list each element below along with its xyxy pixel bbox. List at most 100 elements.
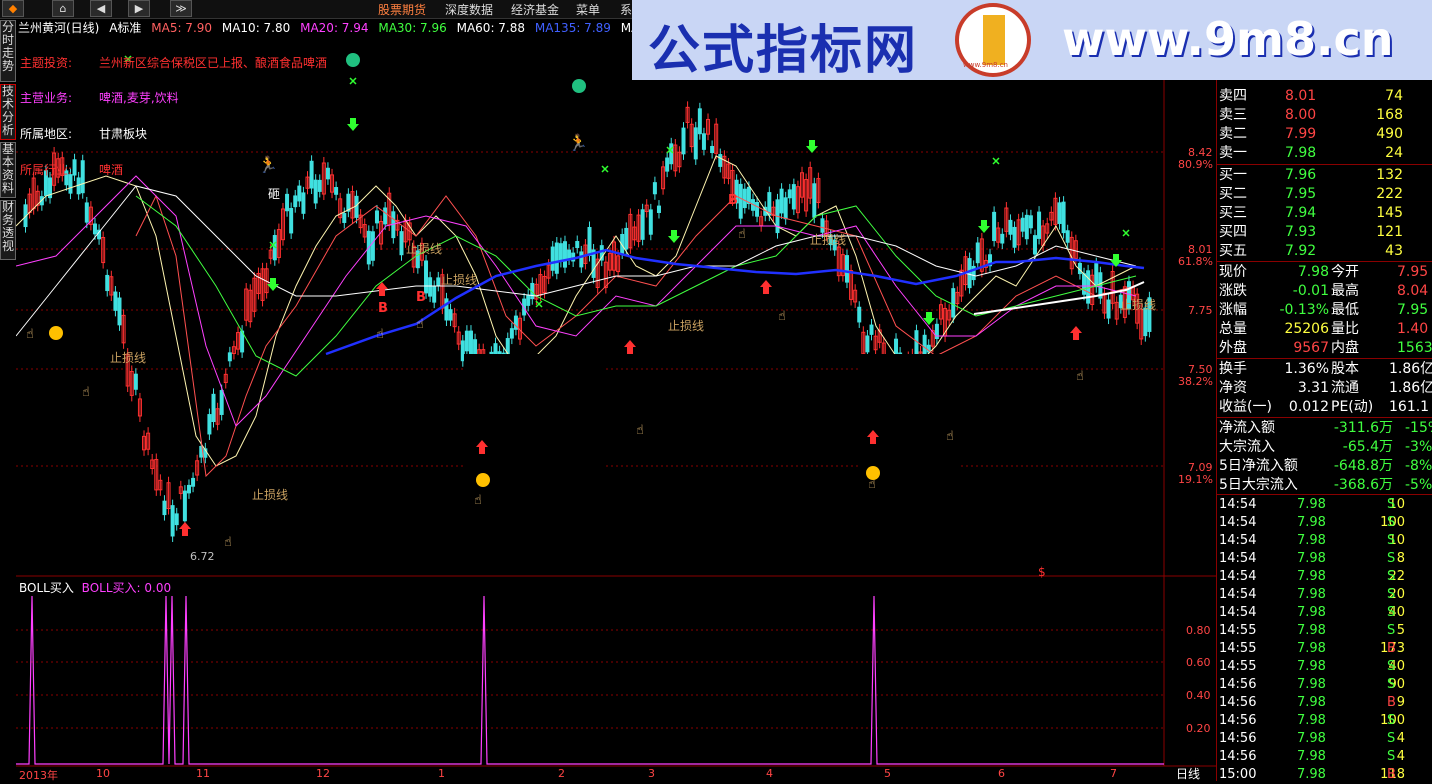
ma20-value: MA20: 7.94	[300, 21, 369, 35]
candle-body	[289, 207, 294, 234]
candle-body	[746, 186, 751, 205]
back-icon[interactable]: ◀	[90, 0, 112, 17]
kline-chart[interactable]: 止损线 止损线 止损线 止损线 止损线 止损线 止损线 6.72 B B B 砸…	[16, 36, 1216, 781]
home-icon[interactable]: ⌂	[52, 0, 74, 17]
tick-time: 14:54	[1219, 533, 1257, 548]
tick-row[interactable]: 14:55 7.98 5 S	[1219, 622, 1432, 640]
tick-row[interactable]: 14:54 7.98 8 S	[1219, 550, 1432, 568]
stop-loss-label: 止损线	[110, 351, 146, 365]
tick-price: 7.98	[1297, 551, 1326, 566]
forward-icon[interactable]: ▶	[128, 0, 150, 17]
tick-side: S	[1387, 551, 1396, 566]
tick-side: B	[1387, 641, 1396, 656]
tab-basic-info[interactable]: 基本资料	[0, 142, 16, 198]
hand-icon: ☝	[636, 423, 644, 438]
tick-row[interactable]: 14:54 7.98 20 S	[1219, 586, 1432, 604]
tick-row[interactable]: 14:55 7.98 173 B	[1219, 640, 1432, 658]
tick-row[interactable]: 14:54 7.98 40 S	[1219, 604, 1432, 622]
buy-row[interactable]: 买二 7.95 222	[1219, 185, 1432, 204]
candle-body	[432, 285, 437, 303]
check-circle-icon	[346, 53, 360, 67]
tick-row[interactable]: 14:56 7.98 4 S	[1219, 730, 1432, 748]
candle-body	[227, 352, 232, 362]
tick-volume: 4	[1396, 731, 1405, 746]
adjust-mode[interactable]: A标准	[109, 21, 141, 35]
menu-depth-data[interactable]: 深度数据	[445, 1, 493, 18]
up-arrow-icon	[624, 340, 636, 354]
tick-price: 7.98	[1297, 533, 1326, 548]
sell-row[interactable]: 卖三 8.00 168	[1219, 106, 1432, 125]
candle-body	[399, 231, 404, 256]
fund-value: 1.86亿	[1389, 380, 1432, 396]
face-icon	[866, 466, 880, 480]
smash-mark: 砸	[268, 187, 280, 201]
buy-row[interactable]: 买一 7.96 132	[1219, 166, 1432, 185]
tick-time: 14:55	[1219, 641, 1257, 656]
candle-body	[869, 324, 874, 335]
tick-row[interactable]: 14:54 7.98 10 S	[1219, 496, 1432, 514]
tick-row[interactable]: 14:56 7.98 90 S	[1219, 676, 1432, 694]
menu-futures[interactable]: 股票期货	[378, 1, 426, 18]
runner-icon: 🏃	[568, 133, 588, 152]
buy-row[interactable]: 买五 7.92 43	[1219, 242, 1432, 261]
tab-technical[interactable]: 技术分析	[0, 84, 16, 140]
menu-system[interactable]: 系	[620, 1, 632, 18]
tick-row[interactable]: 14:54 7.98 100 S	[1219, 514, 1432, 532]
quote-value: 15639	[1397, 340, 1432, 356]
sell-volume: 24	[1385, 145, 1403, 161]
candle-body	[1057, 202, 1062, 224]
buy-volume: 145	[1376, 205, 1403, 221]
site-logo: www.9m8.cn	[955, 3, 1031, 77]
logo-icon[interactable]: ◆	[2, 0, 24, 17]
menu-economy-funds[interactable]: 经济基金	[511, 1, 559, 18]
tick-row[interactable]: 15:00 7.98 118 B	[1219, 766, 1432, 784]
tick-row[interactable]: 14:56 7.98 100 S	[1219, 712, 1432, 730]
buy-row[interactable]: 买三 7.94 145	[1219, 204, 1432, 223]
sell-row[interactable]: 卖一 7.98 24	[1219, 144, 1432, 163]
period-selector[interactable]: 日线	[1176, 765, 1200, 782]
indicator-name[interactable]: BOLL买入	[19, 581, 74, 595]
tab-intraday[interactable]: 分时走势	[0, 20, 16, 82]
candle-body	[550, 246, 555, 271]
buy-row[interactable]: 买四 7.93 121	[1219, 223, 1432, 242]
buy-mark: B	[378, 301, 388, 316]
candle-body	[325, 167, 330, 180]
tick-row[interactable]: 14:54 7.98 10 S	[1219, 532, 1432, 550]
tick-price: 7.98	[1297, 605, 1326, 620]
stop-loss-label: 止损线	[668, 319, 704, 333]
tick-side: B	[1387, 767, 1396, 782]
buy-mark: B	[416, 290, 426, 305]
candle-body	[186, 484, 191, 494]
expand-icon[interactable]: ≫	[170, 0, 192, 17]
tab-finance[interactable]: 财务透视	[0, 200, 16, 260]
buy-volume: 43	[1385, 243, 1403, 259]
tick-time: 14:55	[1219, 623, 1257, 638]
sell-label: 卖二	[1219, 126, 1247, 142]
price-axis-label: 7.75	[1188, 304, 1213, 317]
sell-row[interactable]: 卖二 7.99 490	[1219, 125, 1432, 144]
sell-row[interactable]: 卖四 8.01 74	[1219, 87, 1432, 106]
tick-row[interactable]: 14:56 7.98 4 S	[1219, 748, 1432, 766]
hand-icon: ☝	[224, 535, 232, 550]
candle-body	[84, 202, 89, 223]
buy-label: 买五	[1219, 243, 1247, 259]
region-value: 甘肃板块	[99, 127, 148, 141]
candle-body	[1012, 226, 1017, 248]
candle-body	[526, 294, 531, 306]
menu-menu[interactable]: 菜单	[576, 1, 600, 18]
candle-body	[354, 195, 359, 218]
candle-body	[718, 154, 723, 167]
sell-x-icon	[601, 165, 609, 173]
hand-icon: ☝	[416, 317, 424, 332]
region-label: 所属地区:	[20, 127, 73, 141]
tick-time: 14:56	[1219, 731, 1257, 746]
check-circle-icon	[572, 79, 586, 93]
quote-value: -0.13%	[1279, 302, 1329, 318]
tick-row[interactable]: 14:56 7.98 9 B	[1219, 694, 1432, 712]
buy-volume: 222	[1376, 186, 1403, 202]
candle-body	[1065, 230, 1070, 243]
candle-body	[914, 330, 919, 358]
runner-icon: 🏃	[258, 155, 278, 174]
tick-row[interactable]: 14:55 7.98 40 S	[1219, 658, 1432, 676]
tick-row[interactable]: 14:54 7.98 22 S	[1219, 568, 1432, 586]
